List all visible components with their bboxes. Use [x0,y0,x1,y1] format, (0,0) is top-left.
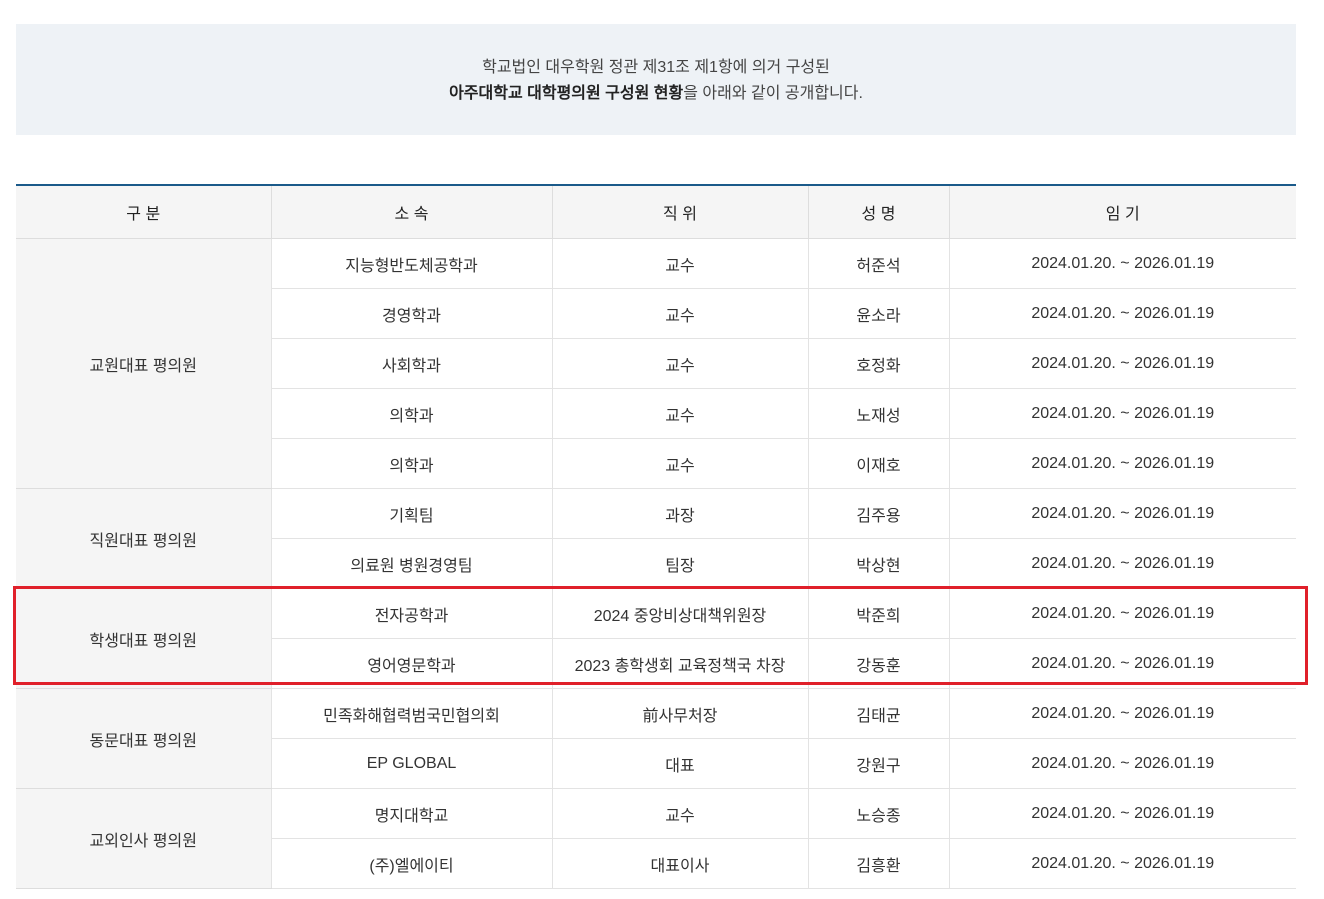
name-cell: 호정화 [807,338,949,389]
term-cell: 2024.01.20. ~ 2026.01.19 [948,638,1296,689]
header-category: 구 분 [16,185,271,239]
term-cell: 2024.01.20. ~ 2026.01.19 [948,838,1296,889]
term-cell: 2024.01.20. ~ 2026.01.19 [948,488,1296,539]
intro-rest-text: 을 아래와 같이 공개합니다. [683,85,863,102]
term-cell: 2024.01.20. ~ 2026.01.19 [948,588,1296,639]
affiliation-cell: 영어영문학과 [270,638,552,689]
name-cell: 박상현 [807,538,949,589]
name-cell: 이재호 [807,438,949,489]
term-cell: 2024.01.20. ~ 2026.01.19 [948,288,1296,339]
term-cell: 2024.01.20. ~ 2026.01.19 [948,788,1296,839]
position-cell: 교수 [551,788,808,839]
group-label-cell: 학생대표 평의원 [16,588,271,689]
affiliation-cell: 의학과 [270,388,552,439]
name-cell: 김주용 [807,488,949,539]
council-table-wrapper: 구 분 소 속 직 위 성 명 임 기 교원대표 평의원 지능형반도체공학과 교수 허… [16,184,1296,889]
group-label-cell: 교외인사 평의원 [16,788,271,889]
affiliation-cell: 의학과 [270,438,552,489]
affiliation-cell: 민족화해협력범국민협의회 [270,688,552,739]
position-cell: 과장 [551,488,808,539]
name-cell: 강원구 [807,738,949,789]
position-cell: 교수 [551,238,808,289]
name-cell: 김흥환 [807,838,949,889]
affiliation-cell: 전자공학과 [270,588,552,639]
affiliation-cell: 사회학과 [270,338,552,389]
name-cell: 강동훈 [807,638,949,689]
affiliation-cell: 경영학과 [270,288,552,339]
affiliation-cell: (주)엘에이티 [270,838,552,889]
group-label-cell: 직원대표 평의원 [16,488,271,589]
intro-notice: 학교법인 대우학원 정관 제31조 제1항에 의거 구성된 아주대학교 대학평의… [16,24,1296,135]
position-cell: 교수 [551,388,808,439]
intro-line-2: 아주대학교 대학평의원 구성원 현황을 아래와 같이 공개합니다. [16,81,1296,107]
intro-line-1: 학교법인 대우학원 정관 제31조 제1항에 의거 구성된 [482,59,830,76]
group-label-cell: 동문대표 평의원 [16,688,271,789]
name-cell: 허준석 [807,238,949,289]
term-cell: 2024.01.20. ~ 2026.01.19 [948,688,1296,739]
group-label-cell: 교원대표 평의원 [16,238,271,489]
header-name: 성 명 [807,185,949,239]
term-cell: 2024.01.20. ~ 2026.01.19 [948,438,1296,489]
affiliation-cell: 기획팀 [270,488,552,539]
table-row: 직원대표 평의원 기획팀 과장 김주용 2024.01.20. ~ 2026.01.19 [16,488,1296,589]
position-cell: 교수 [551,288,808,339]
table-row: 학생대표 평의원 전자공학과 2024 중앙비상대책위원장 박준희 2024.01.20… [16,588,1296,689]
name-cell: 노재성 [807,388,949,439]
name-cell: 윤소라 [807,288,949,339]
header-term: 임 기 [948,185,1296,239]
name-cell: 박준희 [807,588,949,639]
table-body: 교원대표 평의원 지능형반도체공학과 교수 허준석 2024.01.20. ~ 2026… [16,238,1296,889]
term-cell: 2024.01.20. ~ 2026.01.19 [948,238,1296,289]
position-cell: 대표이사 [551,838,808,889]
position-cell: 대표 [551,738,808,789]
position-cell: 2024 중앙비상대책위원장 [551,588,808,639]
header-position: 직 위 [551,185,808,239]
affiliation-cell: 지능형반도체공학과 [270,238,552,289]
council-members-table: 구 분 소 속 직 위 성 명 임 기 교원대표 평의원 지능형반도체공학과 교수 허… [16,184,1296,889]
term-cell: 2024.01.20. ~ 2026.01.19 [948,388,1296,439]
affiliation-cell: 의료원 병원경영팀 [270,538,552,589]
term-cell: 2024.01.20. ~ 2026.01.19 [948,338,1296,389]
position-cell: 교수 [551,338,808,389]
header-affiliation: 소 속 [270,185,552,239]
table-row: 동문대표 평의원 민족화해협력범국민협의회 前사무처장 김태균 2024.01.20. … [16,688,1296,789]
intro-bold-text: 아주대학교 대학평의원 구성원 현황 [449,85,684,102]
name-cell: 노승종 [807,788,949,839]
position-cell: 2023 총학생회 교육정책국 차장 [551,638,808,689]
table-row: 교외인사 평의원 명지대학교 교수 노승종 2024.01.20. ~ 2026.01.… [16,788,1296,889]
position-cell: 팀장 [551,538,808,589]
table-row: 교원대표 평의원 지능형반도체공학과 교수 허준석 2024.01.20. ~ 2026… [16,238,1296,489]
table-header-row: 구 분 소 속 직 위 성 명 임 기 [16,185,1296,239]
term-cell: 2024.01.20. ~ 2026.01.19 [948,538,1296,589]
position-cell: 교수 [551,438,808,489]
position-cell: 前사무처장 [551,688,808,739]
affiliation-cell: 명지대학교 [270,788,552,839]
name-cell: 김태균 [807,688,949,739]
term-cell: 2024.01.20. ~ 2026.01.19 [948,738,1296,789]
affiliation-cell: EP GLOBAL [270,738,552,789]
